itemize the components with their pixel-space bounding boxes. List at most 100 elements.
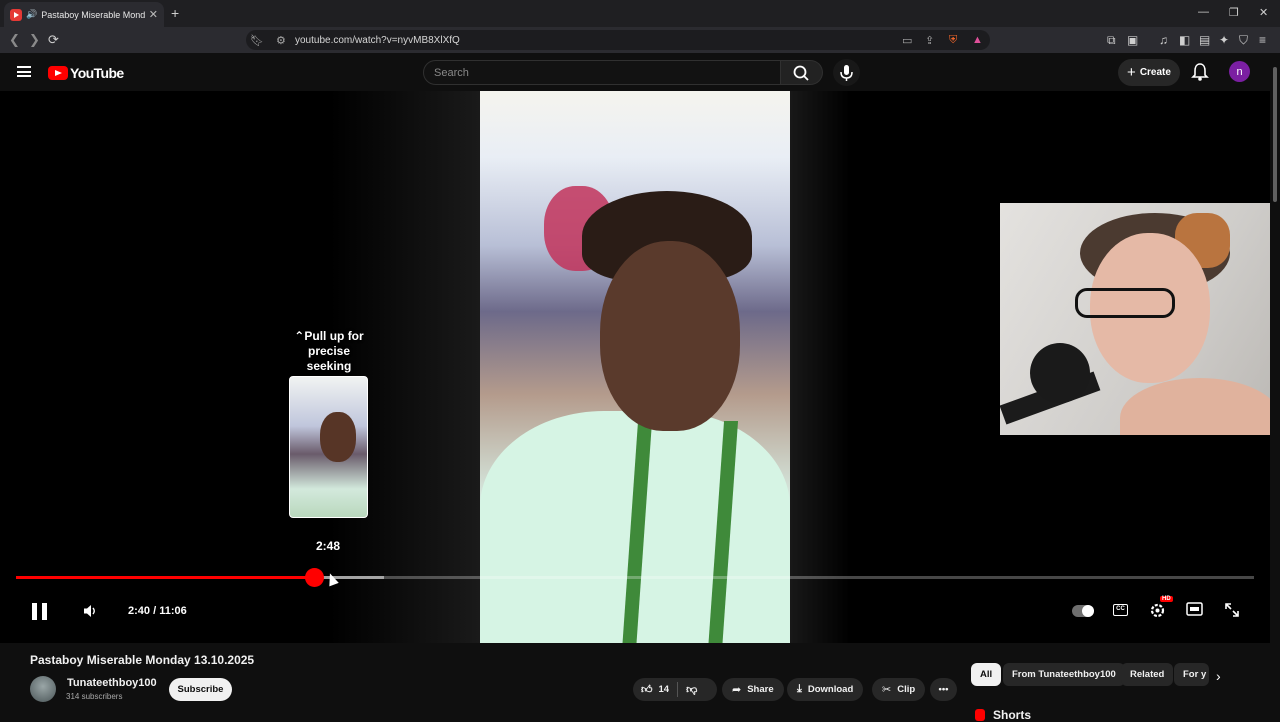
page-scrollbar[interactable] <box>1270 53 1280 720</box>
time-display: 2:40 / 11:06 <box>128 605 187 617</box>
youtube-header: YouTube + Create n <box>0 53 1280 91</box>
video-person-face <box>600 241 740 431</box>
like-dislike-group: 👍︎ 14 👎︎ <box>633 678 717 701</box>
share-label: Share <box>747 684 774 695</box>
download-button[interactable]: ⤓ Download <box>787 678 864 701</box>
webcam-glasses <box>1075 288 1175 318</box>
video-frame[interactable] <box>480 91 790 643</box>
progress-played <box>16 576 315 579</box>
seek-hint-text: Pull up for precise seeking <box>304 329 364 373</box>
close-tab-icon[interactable]: ✕ <box>149 8 158 21</box>
brave-rewards-icon[interactable]: ▲ <box>972 34 983 46</box>
forward-icon[interactable]: ❯ <box>29 32 40 48</box>
subscriber-count: 314 subscribers <box>66 692 123 701</box>
chip-all[interactable]: All <box>971 663 1002 686</box>
notifications-bell-icon[interactable] <box>1191 62 1209 82</box>
fullscreen-icon[interactable] <box>1224 602 1240 618</box>
autoplay-toggle[interactable] <box>1072 605 1094 617</box>
restore-window-icon[interactable]: ❐ <box>1229 6 1239 19</box>
video-player[interactable]: ⌃Pull up for precise seeking 2:48 2:40 /… <box>0 91 1280 643</box>
youtube-play-icon <box>48 66 68 80</box>
time-current: 2:40 <box>128 605 151 617</box>
youtube-favicon-icon <box>10 8 22 21</box>
chevron-up-icon: ⌃ <box>294 329 305 343</box>
chip-for-you[interactable]: For y <box>1174 663 1209 686</box>
brave-shield-icon[interactable]: ⛨ <box>949 34 957 47</box>
seek-preview-thumbnail <box>289 376 368 518</box>
audio-playing-icon[interactable]: 🔊 <box>26 9 37 20</box>
pause-button[interactable] <box>32 603 48 620</box>
guide-menu-icon[interactable] <box>17 66 31 77</box>
chevron-right-icon[interactable]: › <box>1216 668 1221 684</box>
subscribe-button[interactable]: Subscribe <box>169 678 232 701</box>
new-tab-button[interactable]: + <box>171 5 179 21</box>
youtube-logo[interactable]: YouTube <box>48 65 124 81</box>
site-info-icon[interactable]: ⚙ <box>276 34 286 47</box>
search-icon <box>793 65 809 81</box>
subtitles-button[interactable]: CC <box>1113 604 1128 616</box>
media-icon[interactable]: ♫ <box>1159 33 1168 47</box>
bookmark-icon[interactable]: 🔖︎ <box>250 34 264 47</box>
seek-preview-time: 2:48 <box>315 539 341 553</box>
clip-label: Clip <box>897 684 916 695</box>
volume-icon[interactable] <box>82 603 98 619</box>
scissors-icon: ✂ <box>882 684 892 696</box>
share-page-icon[interactable]: ⇪ <box>925 34 934 47</box>
progress-bar[interactable] <box>16 568 1254 587</box>
like-count: 14 <box>658 684 670 695</box>
browser-tab-active[interactable]: 🔊 Pastaboy Miserable Monday ✕ <box>4 2 164 27</box>
preview-face <box>320 412 356 462</box>
progress-scrubber[interactable] <box>305 568 325 587</box>
scrollbar-thumb[interactable] <box>1273 67 1277 202</box>
like-divider <box>677 682 679 697</box>
video-title: Pastaboy Miserable Monday 13.10.2025 <box>30 653 255 667</box>
settings-gear-icon[interactable] <box>1149 602 1166 619</box>
ambient-glow-right <box>790 91 850 643</box>
webcam-shoulder <box>1120 378 1280 435</box>
back-icon[interactable]: ❮ <box>9 32 20 48</box>
shorts-icon <box>975 709 985 721</box>
video-lanyard <box>621 421 739 643</box>
user-avatar[interactable]: n <box>1229 61 1250 82</box>
thumbs-up-icon: 👍︎ <box>641 684 653 696</box>
more-actions-button[interactable]: ••• <box>930 678 957 701</box>
wallet-icon[interactable]: ▤ <box>1199 33 1210 47</box>
menu-icon[interactable]: ≡ <box>1259 33 1266 47</box>
channel-name[interactable]: Tunateethboy100 <box>67 677 157 689</box>
address-bar[interactable]: 🔖︎ ⚙ youtube.com/watch?v=nyvMB8XlXfQ ▭ ⇪… <box>246 30 990 50</box>
thumbs-down-icon[interactable]: 👎︎ <box>686 683 697 696</box>
cast-icon[interactable]: ▭ <box>902 34 912 47</box>
close-window-icon[interactable]: ✕ <box>1259 6 1268 19</box>
share-button[interactable]: ➦ Share <box>722 678 784 701</box>
pause-icon-bar <box>42 603 47 620</box>
vpn-icon[interactable]: ⛉ <box>1239 33 1248 48</box>
like-button[interactable]: 👍︎ 14 <box>633 683 669 696</box>
tab-title: Pastaboy Miserable Monday <box>41 9 145 20</box>
browser-tab-bar: 🔊 Pastaboy Miserable Monday ✕ + — ❐ ✕ <box>0 0 1280 27</box>
share-icon: ➦ <box>732 684 742 696</box>
extensions-icon[interactable]: ⧉ <box>1107 33 1116 48</box>
search-button[interactable] <box>781 60 823 85</box>
clip-button[interactable]: ✂ Clip <box>872 678 926 701</box>
chip-from-channel[interactable]: From Tunateethboy100 <box>1003 663 1125 686</box>
logo-text: YouTube <box>70 65 124 81</box>
hd-badge: HD <box>1160 596 1173 602</box>
minimize-window-icon[interactable]: — <box>1198 6 1209 18</box>
url-text[interactable]: youtube.com/watch?v=nyvMB8XlXfQ <box>295 35 460 46</box>
time-total: 11:06 <box>159 605 187 617</box>
theater-mode-icon[interactable] <box>1186 602 1203 616</box>
sidebar-icon[interactable]: ◧ <box>1179 33 1190 47</box>
time-separator: / <box>150 605 160 617</box>
chip-related[interactable]: Related <box>1121 663 1174 686</box>
tab-search-icon[interactable]: ▣ <box>1127 33 1138 47</box>
search-input[interactable] <box>424 61 780 84</box>
voice-search-button[interactable] <box>833 59 860 86</box>
channel-avatar[interactable] <box>30 676 56 702</box>
download-icon: ⤓ <box>797 683 802 695</box>
search-box[interactable] <box>423 60 781 85</box>
leo-ai-icon[interactable]: ✦ <box>1219 33 1229 47</box>
create-button[interactable]: + Create <box>1118 59 1180 86</box>
browser-toolbar: ❮ ❯ ⟳ 🔖︎ ⚙ youtube.com/watch?v=nyvMB8XlX… <box>0 27 1280 53</box>
plus-icon: + <box>1127 64 1136 81</box>
reload-icon[interactable]: ⟳ <box>48 32 59 48</box>
